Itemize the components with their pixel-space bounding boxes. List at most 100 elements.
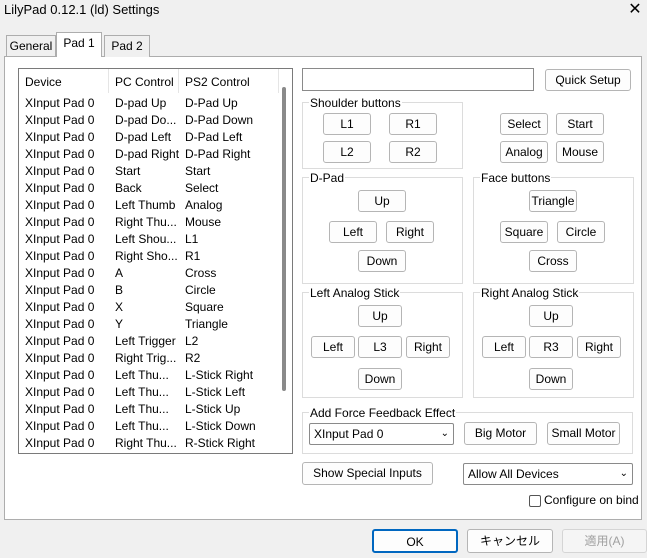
dpad-up-button[interactable]: Up <box>358 190 406 212</box>
pc-control-cell: Left Thu... <box>115 368 169 382</box>
list-item[interactable]: XInput Pad 0 Back Select <box>19 180 281 197</box>
device-cell: XInput Pad 0 <box>25 436 95 450</box>
list-item[interactable]: XInput Pad 0 Left Shou... L1 <box>19 231 281 248</box>
close-icon[interactable]: ✕ <box>623 0 647 22</box>
list-item[interactable]: XInput Pad 0 Y Triangle <box>19 316 281 333</box>
list-item[interactable]: XInput Pad 0 D-pad Left D-Pad Left <box>19 129 281 146</box>
l1-button[interactable]: L1 <box>323 113 371 135</box>
list-item[interactable]: XInput Pad 0 Left Thu... L-Stick Up <box>19 401 281 418</box>
rstick-down-button[interactable]: Down <box>529 368 573 390</box>
ff-device-select[interactable]: XInput Pad 0 ⌄ <box>309 423 454 445</box>
dpad-label: D-Pad <box>309 171 346 185</box>
show-special-inputs-button[interactable]: Show Special Inputs <box>302 462 433 485</box>
ps2-control-cell: Cross <box>185 266 217 280</box>
pc-control-cell: Left Thu... <box>115 402 169 416</box>
list-item[interactable]: XInput Pad 0 Right Trig... R2 <box>19 350 281 367</box>
rstick-left-button[interactable]: Left <box>482 336 526 358</box>
device-cell: XInput Pad 0 <box>25 249 95 263</box>
list-item[interactable]: XInput Pad 0 Left Thumb Analog <box>19 197 281 214</box>
list-item[interactable]: XInput Pad 0 Right Thu... R-Stick Right <box>19 435 281 452</box>
device-cell: XInput Pad 0 <box>25 215 95 229</box>
quick-setup-text[interactable] <box>302 68 534 91</box>
list-item[interactable]: XInput Pad 0 Left Thu... L-Stick Down <box>19 418 281 435</box>
lstick-left-button[interactable]: Left <box>311 336 355 358</box>
lstick-up-button[interactable]: Up <box>358 305 402 327</box>
lstick-right-button[interactable]: Right <box>406 336 450 358</box>
list-item[interactable]: XInput Pad 0 Left Thu... L-Stick Right <box>19 367 281 384</box>
column-device[interactable]: Device <box>19 69 109 93</box>
tab-general[interactable]: General <box>6 35 56 57</box>
device-cell: XInput Pad 0 <box>25 181 95 195</box>
configure-on-bind-label[interactable]: Configure on bind <box>544 493 639 507</box>
dpad-right-button[interactable]: Right <box>386 221 434 243</box>
ok-button[interactable]: OK <box>372 529 458 553</box>
pc-control-cell: B <box>115 283 124 297</box>
force-feedback-label: Add Force Feedback Effect <box>309 406 457 420</box>
lstick-down-button[interactable]: Down <box>358 368 402 390</box>
start-button[interactable]: Start <box>556 113 604 135</box>
list-item[interactable]: XInput Pad 0 D-pad Do... D-Pad Down <box>19 112 281 129</box>
small-motor-button[interactable]: Small Motor <box>547 422 620 445</box>
list-item[interactable]: XInput Pad 0 Left Trigger L2 <box>19 333 281 350</box>
triangle-button[interactable]: Triangle <box>529 190 577 212</box>
r1-button[interactable]: R1 <box>389 113 437 135</box>
binding-rows: XInput Pad 0 D-pad Up D-Pad Up XInput Pad 0… <box>19 95 281 452</box>
list-item[interactable]: XInput Pad 0 B Circle <box>19 282 281 299</box>
pc-control-cell: Right Thu... <box>115 436 177 450</box>
list-item[interactable]: XInput Pad 0 X Square <box>19 299 281 316</box>
r2-button[interactable]: R2 <box>389 141 437 163</box>
column-pc-control[interactable]: PC Control <box>109 69 179 93</box>
ps2-control-cell: D-Pad Up <box>185 96 238 110</box>
rstick-right-button[interactable]: Right <box>577 336 621 358</box>
r3-button[interactable]: R3 <box>529 336 573 358</box>
configure-on-bind-checkbox[interactable] <box>529 495 541 507</box>
circle-button[interactable]: Circle <box>557 221 605 243</box>
l2-button[interactable]: L2 <box>323 141 371 163</box>
device-filter-value: Allow All Devices <box>468 467 559 481</box>
left-stick-label: Left Analog Stick <box>309 286 401 300</box>
mouse-button[interactable]: Mouse <box>556 141 604 163</box>
list-item[interactable]: XInput Pad 0 Start Start <box>19 163 281 180</box>
quick-setup-button[interactable]: Quick Setup <box>545 69 631 91</box>
pc-control-cell: D-pad Right <box>115 147 180 161</box>
dpad-down-button[interactable]: Down <box>358 250 406 272</box>
cross-button[interactable]: Cross <box>529 250 577 272</box>
list-item[interactable]: XInput Pad 0 Right Sho... R1 <box>19 248 281 265</box>
select-button[interactable]: Select <box>500 113 548 135</box>
device-cell: XInput Pad 0 <box>25 317 95 331</box>
list-item[interactable]: XInput Pad 0 Left Thu... L-Stick Left <box>19 384 281 401</box>
device-cell: XInput Pad 0 <box>25 283 95 297</box>
device-filter-select[interactable]: Allow All Devices ⌄ <box>463 463 633 485</box>
list-item[interactable]: XInput Pad 0 D-pad Up D-Pad Up <box>19 95 281 112</box>
dpad-left-button[interactable]: Left <box>329 221 377 243</box>
device-cell: XInput Pad 0 <box>25 300 95 314</box>
column-ps2-control[interactable]: PS2 Control <box>179 69 279 93</box>
apply-button[interactable]: 適用(A) <box>562 529 647 553</box>
list-item[interactable]: XInput Pad 0 A Cross <box>19 265 281 282</box>
ps2-control-cell: Start <box>185 164 211 178</box>
big-motor-button[interactable]: Big Motor <box>464 422 537 445</box>
ps2-control-cell: L-Stick Right <box>185 368 254 382</box>
ps2-control-cell: L2 <box>185 334 199 348</box>
ps2-control-cell: Circle <box>185 283 216 297</box>
ps2-control-cell: R2 <box>185 351 201 365</box>
binding-list[interactable]: Device PC Control PS2 Control XInput Pad… <box>18 68 293 454</box>
vertical-scrollbar[interactable] <box>282 87 286 391</box>
list-item[interactable]: XInput Pad 0 Right Thu... Mouse <box>19 214 281 231</box>
cancel-button[interactable]: キャンセル <box>467 529 553 553</box>
list-item[interactable]: XInput Pad 0 D-pad Right D-Pad Right <box>19 146 281 163</box>
pc-control-cell: Left Thu... <box>115 419 169 433</box>
ps2-control-cell: D-Pad Left <box>185 130 243 144</box>
tab-pad-2[interactable]: Pad 2 <box>104 35 150 57</box>
square-button[interactable]: Square <box>500 221 548 243</box>
pc-control-cell: D-pad Up <box>115 96 167 110</box>
pc-control-cell: Right Sho... <box>115 249 178 263</box>
pc-control-cell: Left Trigger <box>115 334 176 348</box>
ps2-control-cell: R-Stick Right <box>185 436 256 450</box>
chevron-down-icon: ⌄ <box>440 428 449 439</box>
analog-button[interactable]: Analog <box>500 141 548 163</box>
tab-pad-1[interactable]: Pad 1 <box>56 32 102 57</box>
pc-control-cell: D-pad Do... <box>115 113 177 127</box>
rstick-up-button[interactable]: Up <box>529 305 573 327</box>
l3-button[interactable]: L3 <box>358 336 402 358</box>
